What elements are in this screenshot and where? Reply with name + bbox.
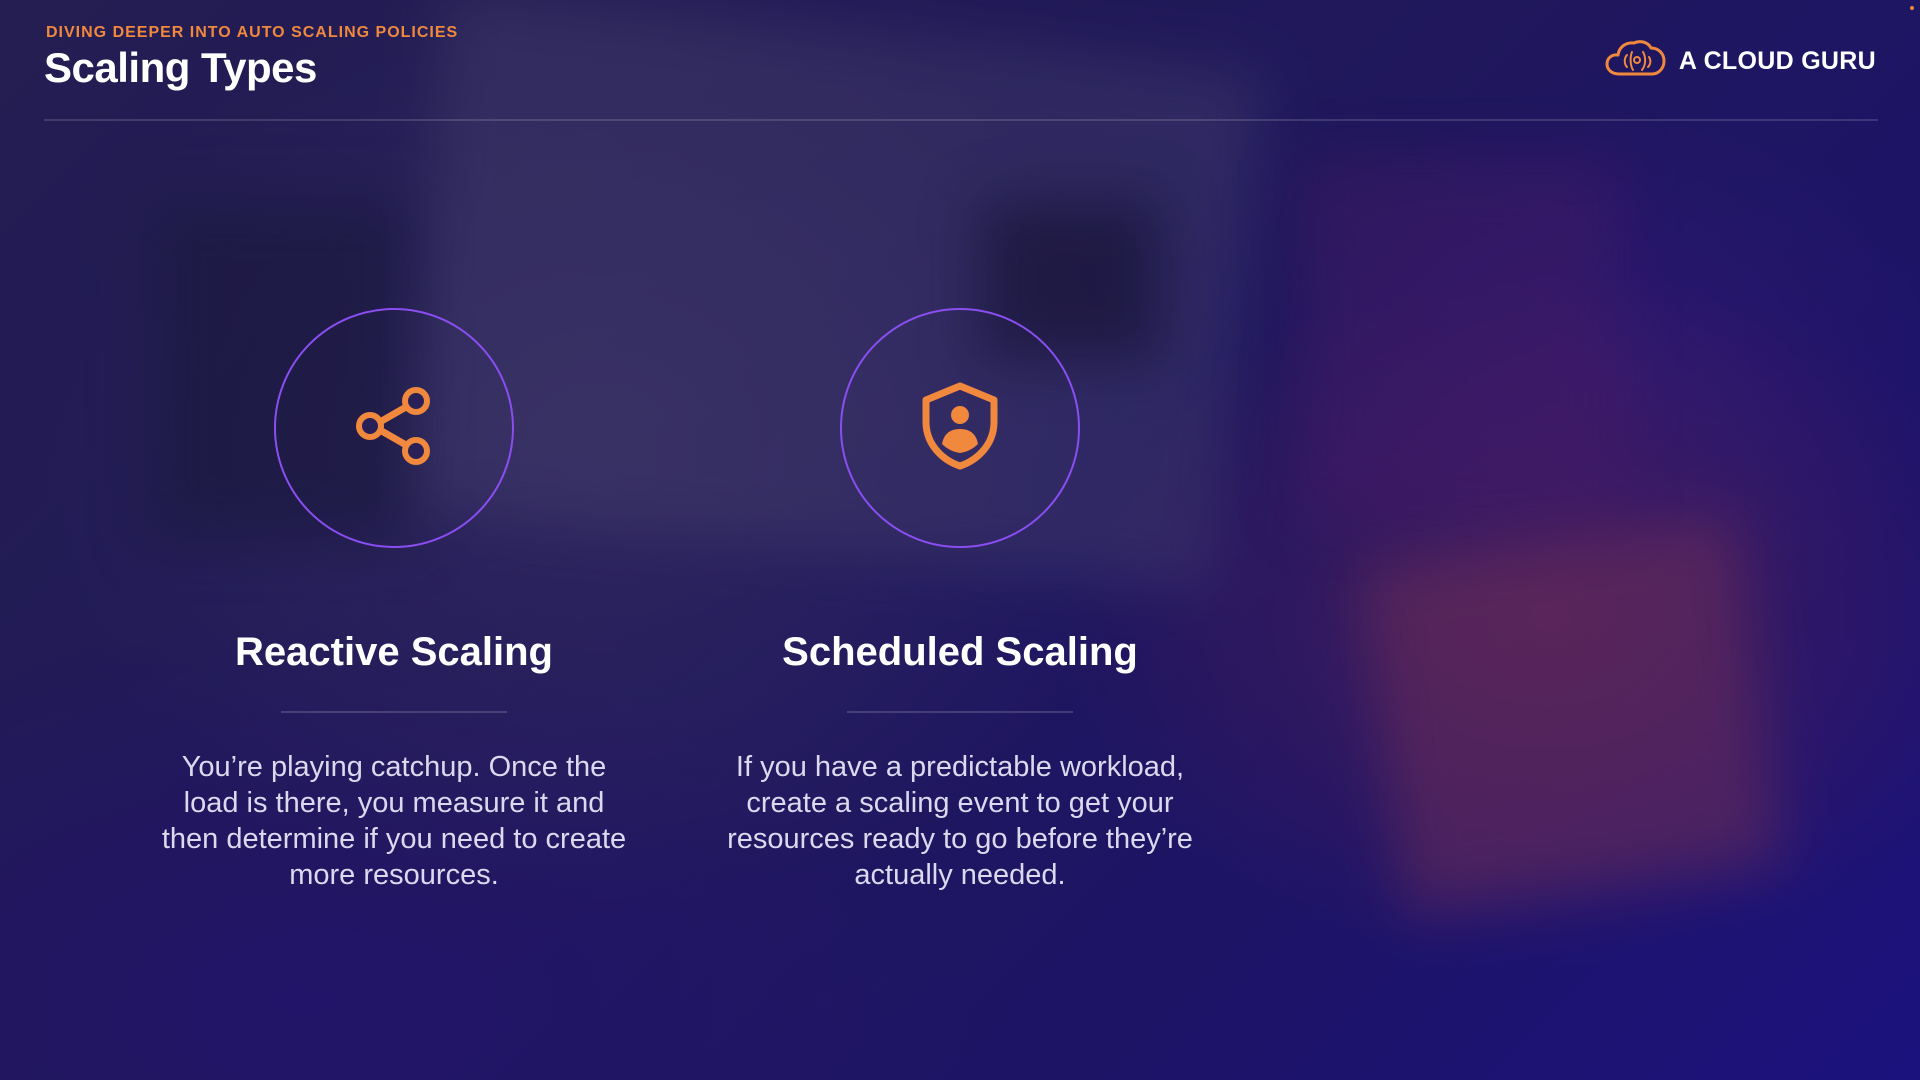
card-divider xyxy=(281,711,507,713)
card-reactive-scaling: Reactive Scaling You’re playing catchup.… xyxy=(114,308,674,893)
corner-indicator xyxy=(1910,6,1914,10)
brand-name: A CLOUD GURU xyxy=(1678,47,1876,75)
card-description: If you have a predictable workload, crea… xyxy=(727,751,1193,891)
card-description: You’re playing catchup. Once the load is… xyxy=(161,751,627,891)
card-title: Scheduled Scaling xyxy=(782,630,1138,674)
icon-circle xyxy=(274,308,514,548)
brand-logo: A CLOUD GURU xyxy=(1605,38,1876,85)
card-divider xyxy=(847,711,1073,713)
shield-user-icon xyxy=(918,380,1002,477)
slide-header: DIVING DEEPER INTO AUTO SCALING POLICIES… xyxy=(44,24,458,92)
section-eyebrow: DIVING DEEPER INTO AUTO SCALING POLICIES xyxy=(46,24,459,41)
icon-circle xyxy=(840,308,1080,548)
card-scheduled-scaling: Scheduled Scaling If you have a predicta… xyxy=(680,308,1240,893)
page-title: Scaling Types xyxy=(44,44,317,91)
header-divider xyxy=(44,119,1878,121)
card-title: Reactive Scaling xyxy=(235,630,553,674)
cloud-logo-icon xyxy=(1605,38,1667,85)
share-icon xyxy=(352,384,436,473)
